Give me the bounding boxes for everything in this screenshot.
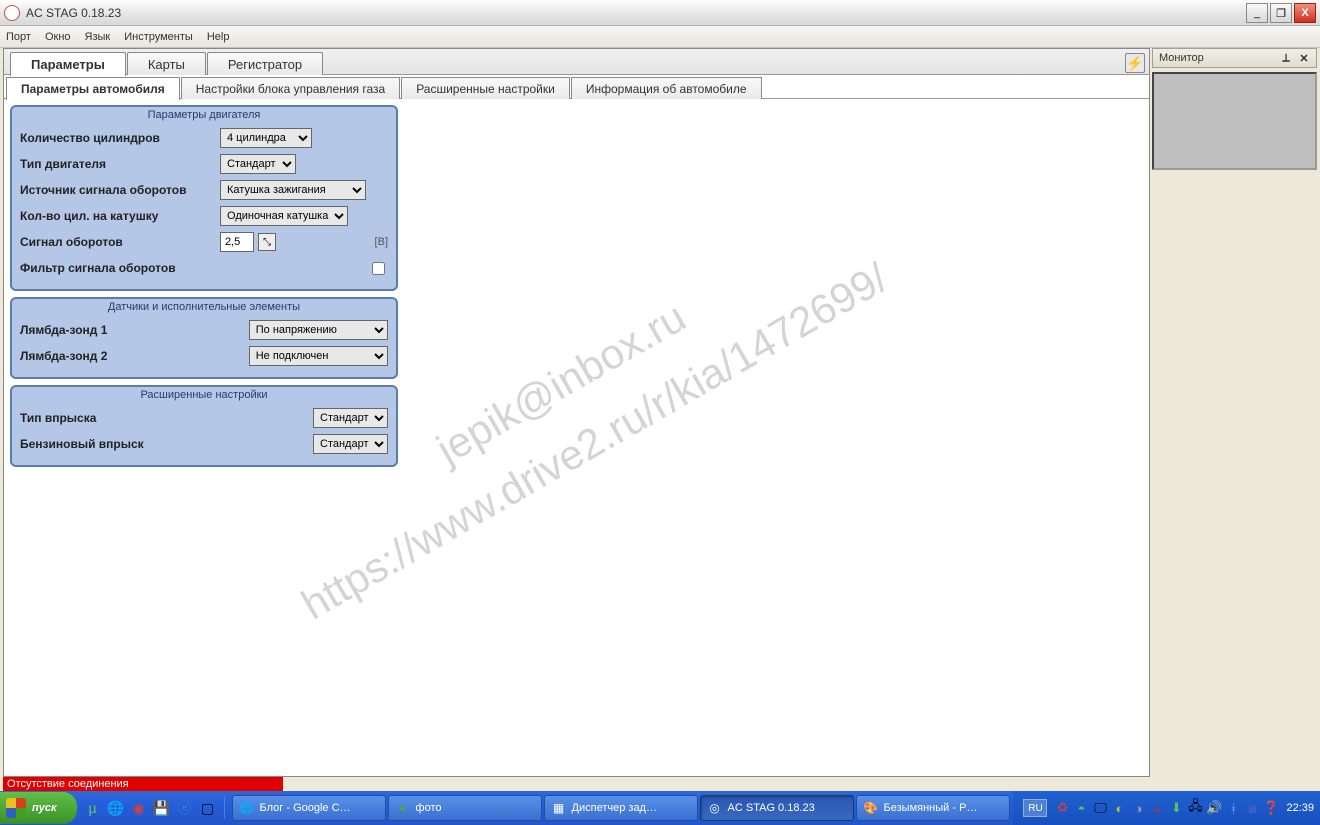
num-cylinders-label: Количество цилиндров <box>20 131 220 145</box>
tray-monitor-icon[interactable]: 🖵 <box>1092 800 1108 816</box>
subtab-car-info[interactable]: Информация об автомобиле <box>571 77 762 99</box>
monitor-title: Монитор <box>1159 52 1204 64</box>
rpm-filter-label: Фильтр сигнала оборотов <box>20 261 220 275</box>
ql-utorrent-icon[interactable]: µ <box>83 797 103 819</box>
engine-type-select[interactable]: Стандарт <box>220 154 296 174</box>
minimize-button[interactable]: _ <box>1246 3 1268 23</box>
rpm-signal-toggle-button[interactable]: ⤡ <box>258 233 276 251</box>
acstag-icon: ◎ <box>707 800 723 816</box>
tab-parameters[interactable]: Параметры <box>10 52 126 76</box>
tray-app1-icon[interactable]: ◐ <box>1111 800 1127 816</box>
monitor-preview <box>1152 72 1317 170</box>
lambda2-select[interactable]: Не подключен <box>249 346 388 366</box>
tray-shield-icon[interactable]: ◓ <box>1073 800 1089 816</box>
rpm-signal-label: Сигнал оборотов <box>20 235 220 249</box>
tab-recorder[interactable]: Регистратор <box>207 52 323 75</box>
folder-icon: ● <box>395 800 411 816</box>
menu-window[interactable]: Окно <box>45 31 71 43</box>
top-tabs: Параметры Карты Регистратор ⚡ <box>4 49 1149 75</box>
lambda1-label: Лямбда-зонд 1 <box>20 323 249 337</box>
tray-network-icon[interactable]: 🖧 <box>1187 800 1203 816</box>
subtab-car-params[interactable]: Параметры автомобиля <box>6 77 180 100</box>
quick-launch: µ 🌐 ◉ 💾 ⓔ ▢ <box>83 797 225 819</box>
maximize-button[interactable]: ❐ <box>1270 3 1292 23</box>
start-label: пуск <box>32 802 57 814</box>
rpm-signal-input[interactable] <box>220 232 254 252</box>
subtab-advanced[interactable]: Расширенные настройки <box>401 77 570 99</box>
tray-help-icon[interactable]: ❓ <box>1263 800 1279 816</box>
chrome-icon: 🌐 <box>239 800 255 816</box>
tab-maps[interactable]: Карты <box>127 52 206 75</box>
pin-icon[interactable]: ⟂ <box>1280 52 1292 65</box>
sensors-legend: Датчики и исполнительные элементы <box>20 301 388 313</box>
menu-help[interactable]: Help <box>207 31 230 43</box>
tray-bluetooth-icon[interactable]: ᚼ <box>1225 800 1241 816</box>
ql-opera-icon[interactable]: ◉ <box>129 797 149 819</box>
menu-port[interactable]: Порт <box>6 31 31 43</box>
advanced-legend: Расширенные настройки <box>20 389 388 401</box>
num-cylinders-select[interactable]: 4 цилиндра <box>220 128 312 148</box>
app-icon <box>4 5 20 21</box>
menu-tools[interactable]: Инструменты <box>124 31 193 43</box>
menu-language[interactable]: Язык <box>85 31 111 43</box>
language-indicator[interactable]: RU <box>1023 799 1047 817</box>
engine-params-group: Параметры двигателя Количество цилиндров… <box>10 105 398 291</box>
paint-icon: 🎨 <box>863 800 879 816</box>
ql-desktop-icon[interactable]: ▢ <box>198 797 218 819</box>
cyl-per-coil-select[interactable]: Одиночная катушка <box>220 206 348 226</box>
ql-ie-icon[interactable]: ⓔ <box>175 797 195 819</box>
menubar: Порт Окно Язык Инструменты Help <box>0 26 1320 48</box>
status-bar: Отсутствие соединения <box>3 777 283 791</box>
tray-disk-icon[interactable]: ◙ <box>1244 800 1260 816</box>
task-photo-folder[interactable]: ●фото <box>388 795 542 821</box>
titlebar: AC STAG 0.18.23 _ ❐ X <box>0 0 1320 26</box>
task-paint[interactable]: 🎨Безымянный - P… <box>856 795 1010 821</box>
engine-legend: Параметры двигателя <box>20 109 388 121</box>
lambda1-select[interactable]: По напряжению <box>249 320 388 340</box>
tray-volume-icon[interactable]: 🔊 <box>1206 800 1222 816</box>
lambda2-label: Лямбда-зонд 2 <box>20 349 249 363</box>
tray-refresh-icon[interactable]: ♻ <box>1054 800 1070 816</box>
subtab-gas-ecu[interactable]: Настройки блока управления газа <box>181 77 400 99</box>
ql-chrome-icon[interactable]: 🌐 <box>106 797 126 819</box>
taskbar: пуск µ 🌐 ◉ 💾 ⓔ ▢ 🌐Блог - Google C… ●фото… <box>0 791 1320 825</box>
monitor-header: Монитор ⟂ ✕ <box>1152 48 1317 68</box>
taskmgr-icon: ▦ <box>551 800 567 816</box>
tray-usb-icon[interactable]: ⬇ <box>1168 800 1184 816</box>
tray-app3-icon[interactable]: ◒ <box>1149 800 1165 816</box>
rpm-filter-checkbox[interactable] <box>372 262 385 275</box>
sensors-group: Датчики и исполнительные элементы Лямбда… <box>10 297 398 379</box>
inj-type-select[interactable]: Стандарт <box>313 408 388 428</box>
monitor-close-icon[interactable]: ✕ <box>1298 52 1310 65</box>
inj-type-label: Тип впрыска <box>20 411 313 425</box>
rpm-source-label: Источник сигнала оборотов <box>20 183 220 197</box>
status-text: Отсутствие соединения <box>7 778 129 790</box>
close-button[interactable]: X <box>1294 3 1316 23</box>
rpm-signal-unit: [B] <box>375 236 388 248</box>
task-ac-stag[interactable]: ◎AC STAG 0.18.23 <box>700 795 854 821</box>
window-title: AC STAG 0.18.23 <box>26 6 121 20</box>
main-pane: Параметры Карты Регистратор ⚡ Параметры … <box>3 48 1150 777</box>
task-chrome-blog[interactable]: 🌐Блог - Google C… <box>232 795 386 821</box>
petrol-inj-select[interactable]: Стандарт <box>313 434 388 454</box>
start-button[interactable]: пуск <box>0 792 77 824</box>
ql-save-icon[interactable]: 💾 <box>152 797 172 819</box>
task-task-manager[interactable]: ▦Диспетчер зад… <box>544 795 698 821</box>
petrol-inj-label: Бензиновый впрыск <box>20 437 313 451</box>
cyl-per-coil-label: Кол-во цил. на катушку <box>20 209 220 223</box>
sub-tabs: Параметры автомобиля Настройки блока упр… <box>4 75 1149 99</box>
rpm-source-select[interactable]: Катушка зажигания <box>220 180 366 200</box>
usb-status-icon[interactable]: ⚡ <box>1125 53 1145 73</box>
engine-type-label: Тип двигателя <box>20 157 220 171</box>
tray-app2-icon[interactable]: ◑ <box>1130 800 1146 816</box>
clock[interactable]: 22:39 <box>1286 802 1314 814</box>
advanced-group: Расширенные настройки Тип впрыска Станда… <box>10 385 398 467</box>
monitor-pane: Монитор ⟂ ✕ <box>1152 48 1317 777</box>
